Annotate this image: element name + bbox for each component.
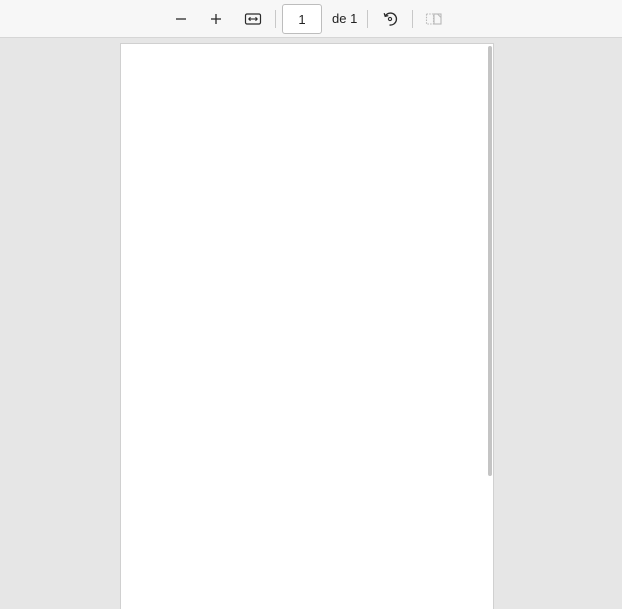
fit-width-icon xyxy=(244,13,262,25)
page-total-label: de 1 xyxy=(332,11,358,26)
rotate-button[interactable] xyxy=(376,5,404,33)
zoom-out-button[interactable] xyxy=(167,5,195,33)
document-viewer[interactable] xyxy=(0,39,622,609)
fit-width-button[interactable] xyxy=(239,5,267,33)
toolbar-divider xyxy=(275,10,276,28)
two-page-view-button[interactable] xyxy=(420,5,448,33)
scrollbar-thumb[interactable] xyxy=(488,46,492,476)
pdf-page xyxy=(121,44,493,609)
zoom-in-button[interactable] xyxy=(202,5,230,33)
plus-icon xyxy=(211,14,221,24)
minus-icon xyxy=(176,18,186,20)
toolbar-divider xyxy=(412,10,413,28)
toolbar-divider xyxy=(367,10,368,28)
rotate-icon xyxy=(383,12,398,26)
page-number-input[interactable] xyxy=(282,4,322,34)
two-page-view-icon xyxy=(425,13,442,25)
pdf-toolbar: de 1 xyxy=(0,0,622,38)
page-scrollbar[interactable] xyxy=(488,46,492,609)
